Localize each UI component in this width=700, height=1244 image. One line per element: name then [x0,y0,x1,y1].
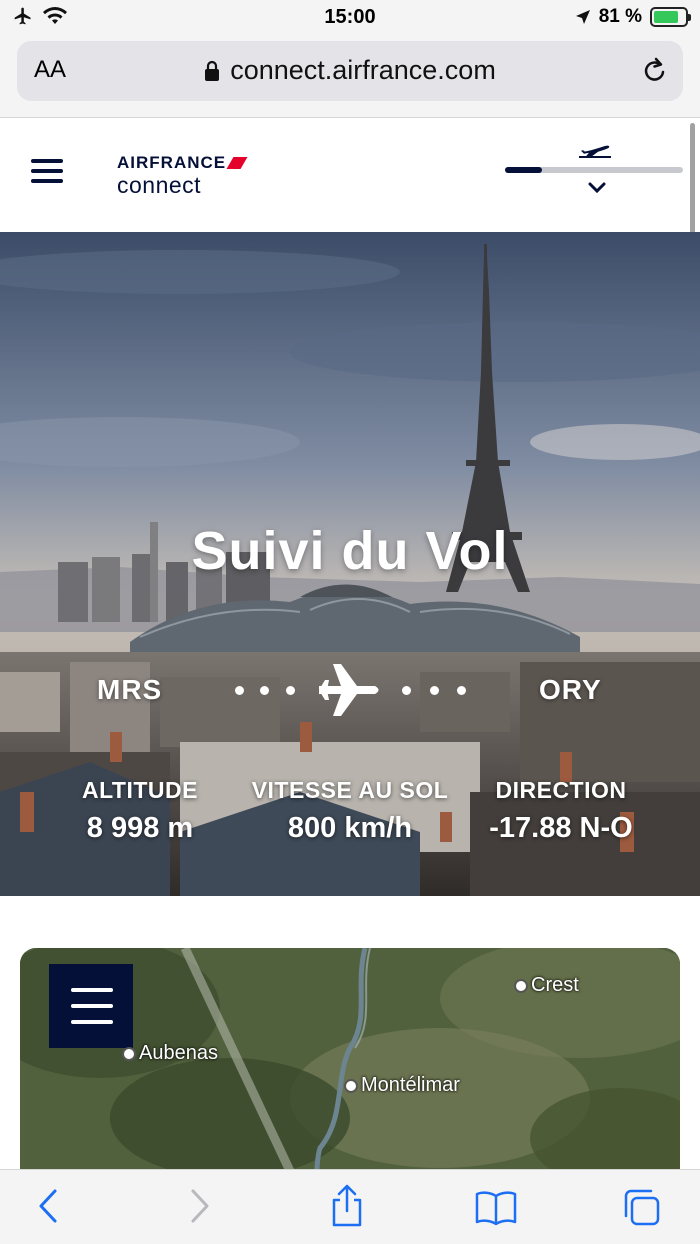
route-dot [402,686,411,695]
airplane-icon [319,664,379,716]
chevron-down-icon[interactable] [587,181,607,195]
logo-slash [226,157,248,169]
plane-takeoff-icon [579,145,611,158]
tabs-icon[interactable] [622,1188,664,1228]
map-place-label: Crest [514,974,579,997]
logo-product: connect [117,172,202,198]
stat-ground-speed: VITESSE AU SOL 800 km/h [246,777,454,845]
location-arrow-icon [575,10,590,24]
url-display[interactable]: connect.airfrance.com [17,55,683,86]
route-dot [286,686,295,695]
route-dot [457,686,466,695]
status-bar: 15:00 81 % [0,0,700,36]
route-dot [430,686,439,695]
stat-label: ALTITUDE [81,777,198,803]
stat-label: VITESSE AU SOL [251,777,449,803]
stat-value: 800 km/h [287,812,413,844]
map-menu-icon[interactable] [49,964,133,1048]
origin-airport-code: MRS [97,674,163,705]
share-icon[interactable] [329,1184,365,1228]
stat-direction: DIRECTION -17.88 N-O [476,777,646,845]
stat-value: 8 998 m [86,812,194,844]
flight-map[interactable]: Crest Aubenas Montélimar [20,948,680,1188]
browser-toolbar [0,1169,700,1244]
flight-progress-fill [505,167,543,173]
flight-progress-widget[interactable] [505,139,683,209]
place-name: Aubenas [139,1042,218,1064]
logo-brand-text: AIRFRANCE [117,153,227,172]
flight-route: MRS ORY [0,662,700,716]
battery-percent: 81 % [598,6,642,27]
map-place-label: Montélimar [344,1074,460,1097]
place-pin-icon [344,1078,358,1093]
lock-icon [205,60,220,81]
stat-value: -17.88 N-O [489,812,633,844]
site-header: AIRFRANCE connect [0,119,700,232]
stat-label: DIRECTION [495,777,627,803]
flight-progress-bar [505,167,683,173]
place-pin-icon [514,978,528,993]
logo-brand: AIRFRANCE [117,153,248,173]
place-name: Montélimar [361,1074,460,1096]
map-place-label: Aubenas [122,1042,218,1065]
route-dot [235,686,244,695]
back-icon[interactable] [36,1188,60,1224]
url-text: connect.airfrance.com [230,55,496,85]
address-bar[interactable]: AA connect.airfrance.com [17,41,683,101]
hero-banner: Suivi du Vol MRS ORY ALTITUDE 8 998 m VI… [0,232,700,896]
browser-chrome-top: 15:00 81 % AA connect.airfrance.com [0,0,700,118]
stat-altitude: ALTITUDE 8 998 m [72,777,208,845]
reload-icon[interactable] [641,55,669,85]
status-right: 81 % [575,6,691,28]
forward-icon[interactable] [188,1188,212,1224]
battery-level [654,11,679,23]
airfrance-connect-logo[interactable]: AIRFRANCE connect [117,153,248,199]
battery-charging-icon [650,7,691,27]
route-dot [260,686,269,695]
place-name: Crest [531,974,579,996]
page-title: Suivi du Vol [191,521,509,581]
hamburger-menu-icon[interactable] [31,159,63,189]
destination-airport-code: ORY [539,674,602,705]
bookmarks-icon[interactable] [474,1190,518,1226]
place-pin-icon [122,1046,136,1061]
